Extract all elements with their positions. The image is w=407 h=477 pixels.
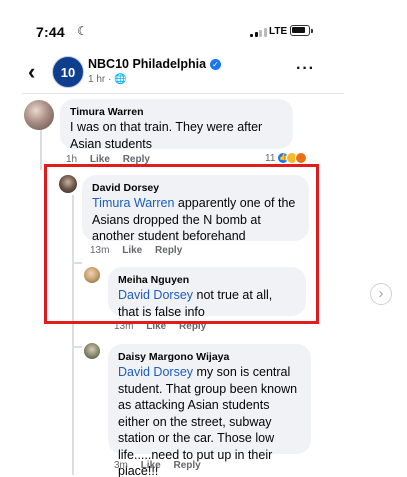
verified-badge-icon: ✓: [210, 59, 221, 70]
avatar[interactable]: [24, 100, 54, 130]
header-divider: [22, 93, 344, 94]
signal-icon: [250, 28, 267, 37]
more-options-icon[interactable]: ···: [296, 60, 315, 78]
comment-actions: 3m Like Reply: [114, 460, 211, 471]
post-meta: 1 hr · 🌐: [88, 74, 127, 85]
moon-icon: ☾: [77, 24, 88, 38]
page-avatar[interactable]: 10: [52, 56, 84, 88]
reply-connector: [72, 346, 82, 348]
page-avatar-text: 10: [60, 64, 76, 80]
reply-button[interactable]: Reply: [173, 460, 200, 471]
back-arrow-icon[interactable]: ‹: [28, 60, 48, 84]
reaction-count: 11: [265, 152, 276, 164]
post-time: 1 hr ·: [88, 74, 112, 85]
next-arrow-icon[interactable]: ›: [370, 283, 392, 305]
comment-time: 3m: [114, 460, 128, 471]
comment-bubble: Timura Warren I was on that train. They …: [60, 99, 293, 151]
comment-author[interactable]: Daisy Margono Wijaya: [118, 350, 301, 364]
reaction-summary[interactable]: 11 👍: [265, 152, 308, 164]
comment-bubble: Daisy Margono Wijaya David Dorsey my son…: [108, 344, 311, 477]
thread-line: [40, 128, 42, 170]
avatar[interactable]: [84, 343, 100, 359]
comment-author[interactable]: Timura Warren: [70, 105, 283, 119]
highlight-box: [44, 164, 319, 324]
angry-reaction-icon: [295, 152, 308, 164]
status-time: 7:44: [36, 24, 65, 40]
comment-text: I was on that train. They were after Asi…: [70, 120, 263, 151]
network-label: LTE: [269, 26, 288, 37]
mention-link[interactable]: David Dorsey: [118, 365, 193, 379]
like-button[interactable]: Like: [141, 460, 161, 471]
battery-icon: [290, 25, 313, 36]
page-name[interactable]: NBC10 Philadelphia: [88, 57, 206, 71]
globe-icon: 🌐: [114, 74, 127, 85]
